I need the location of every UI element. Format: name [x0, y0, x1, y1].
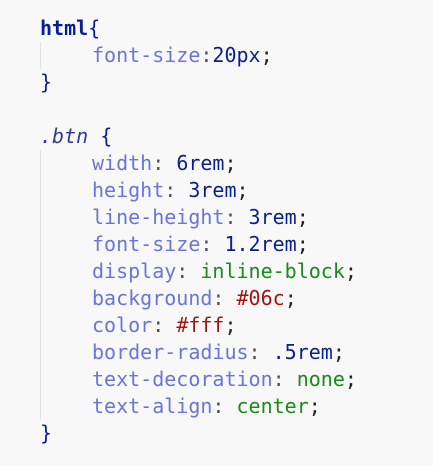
open-brace: {	[88, 124, 113, 148]
css-semicolon: ;	[296, 205, 309, 229]
css-declaration: display: inline-block;	[40, 258, 433, 285]
code-line: .btn {	[40, 123, 433, 150]
css-selector: html	[40, 16, 89, 40]
css-value: 3rem	[248, 205, 297, 229]
code-block: html{ font-size:20px; } .btn { width: 6r…	[40, 15, 433, 447]
css-declaration: background: #06c;	[40, 285, 433, 312]
css-semicolon: ;	[344, 259, 357, 283]
css-colon: :	[152, 151, 177, 175]
css-colon: :	[152, 313, 177, 337]
css-colon: :	[164, 178, 189, 202]
css-value: 1.2rem	[224, 232, 297, 256]
css-colon: :	[212, 394, 237, 418]
code-line: html{	[40, 15, 433, 42]
css-property: color	[92, 313, 153, 337]
close-brace: }	[40, 70, 53, 94]
css-semicolon: ;	[260, 43, 273, 67]
css-colon: :	[272, 367, 297, 391]
css-semicolon: ;	[296, 232, 309, 256]
css-property: height	[92, 178, 165, 202]
open-brace: {	[88, 16, 101, 40]
css-colon: :	[200, 43, 213, 67]
css-declaration: text-align: center;	[40, 393, 433, 420]
css-colon: :	[248, 340, 273, 364]
css-value: #06c	[236, 286, 285, 310]
css-value: inline-block	[200, 259, 345, 283]
css-declaration: width: 6rem;	[40, 150, 433, 177]
css-property: display	[92, 259, 177, 283]
code-editor: { "block1": { "selector": "html", "open"…	[0, 0, 433, 466]
css-declaration: border-radius: .5rem;	[40, 339, 433, 366]
close-brace: }	[40, 421, 53, 445]
css-property: text-decoration	[92, 367, 273, 391]
css-property: line-height	[92, 205, 225, 229]
css-semicolon: ;	[344, 367, 357, 391]
css-value: none	[296, 367, 345, 391]
css-semicolon: ;	[308, 394, 321, 418]
css-property: width	[92, 151, 153, 175]
css-declaration: text-decoration: none;	[40, 366, 433, 393]
css-value: #fff	[176, 313, 225, 337]
css-property: background	[92, 286, 213, 310]
css-colon: :	[224, 205, 249, 229]
css-declaration: color: #fff;	[40, 312, 433, 339]
css-semicolon: ;	[236, 178, 249, 202]
css-value: .5rem	[272, 340, 333, 364]
css-declaration: font-size: 1.2rem;	[40, 231, 433, 258]
css-semicolon: ;	[224, 151, 237, 175]
css-value: 20px	[212, 43, 261, 67]
css-selector: .btn	[40, 124, 89, 148]
css-property: text-align	[92, 394, 213, 418]
css-value: center	[236, 394, 309, 418]
code-line: }	[40, 69, 433, 96]
css-property: font-size	[92, 43, 201, 67]
css-colon: :	[176, 259, 201, 283]
css-declaration: line-height: 3rem;	[40, 204, 433, 231]
code-line: }	[40, 420, 433, 447]
css-declaration: font-size:20px;	[40, 42, 433, 69]
css-property: border-radius	[92, 340, 249, 364]
css-semicolon: ;	[224, 313, 237, 337]
css-property: font-size	[92, 232, 201, 256]
css-semicolon: ;	[332, 340, 345, 364]
css-declaration: height: 3rem;	[40, 177, 433, 204]
css-colon: :	[200, 232, 225, 256]
css-value: 3rem	[188, 178, 237, 202]
css-semicolon: ;	[284, 286, 297, 310]
css-colon: :	[212, 286, 237, 310]
css-value: 6rem	[176, 151, 225, 175]
